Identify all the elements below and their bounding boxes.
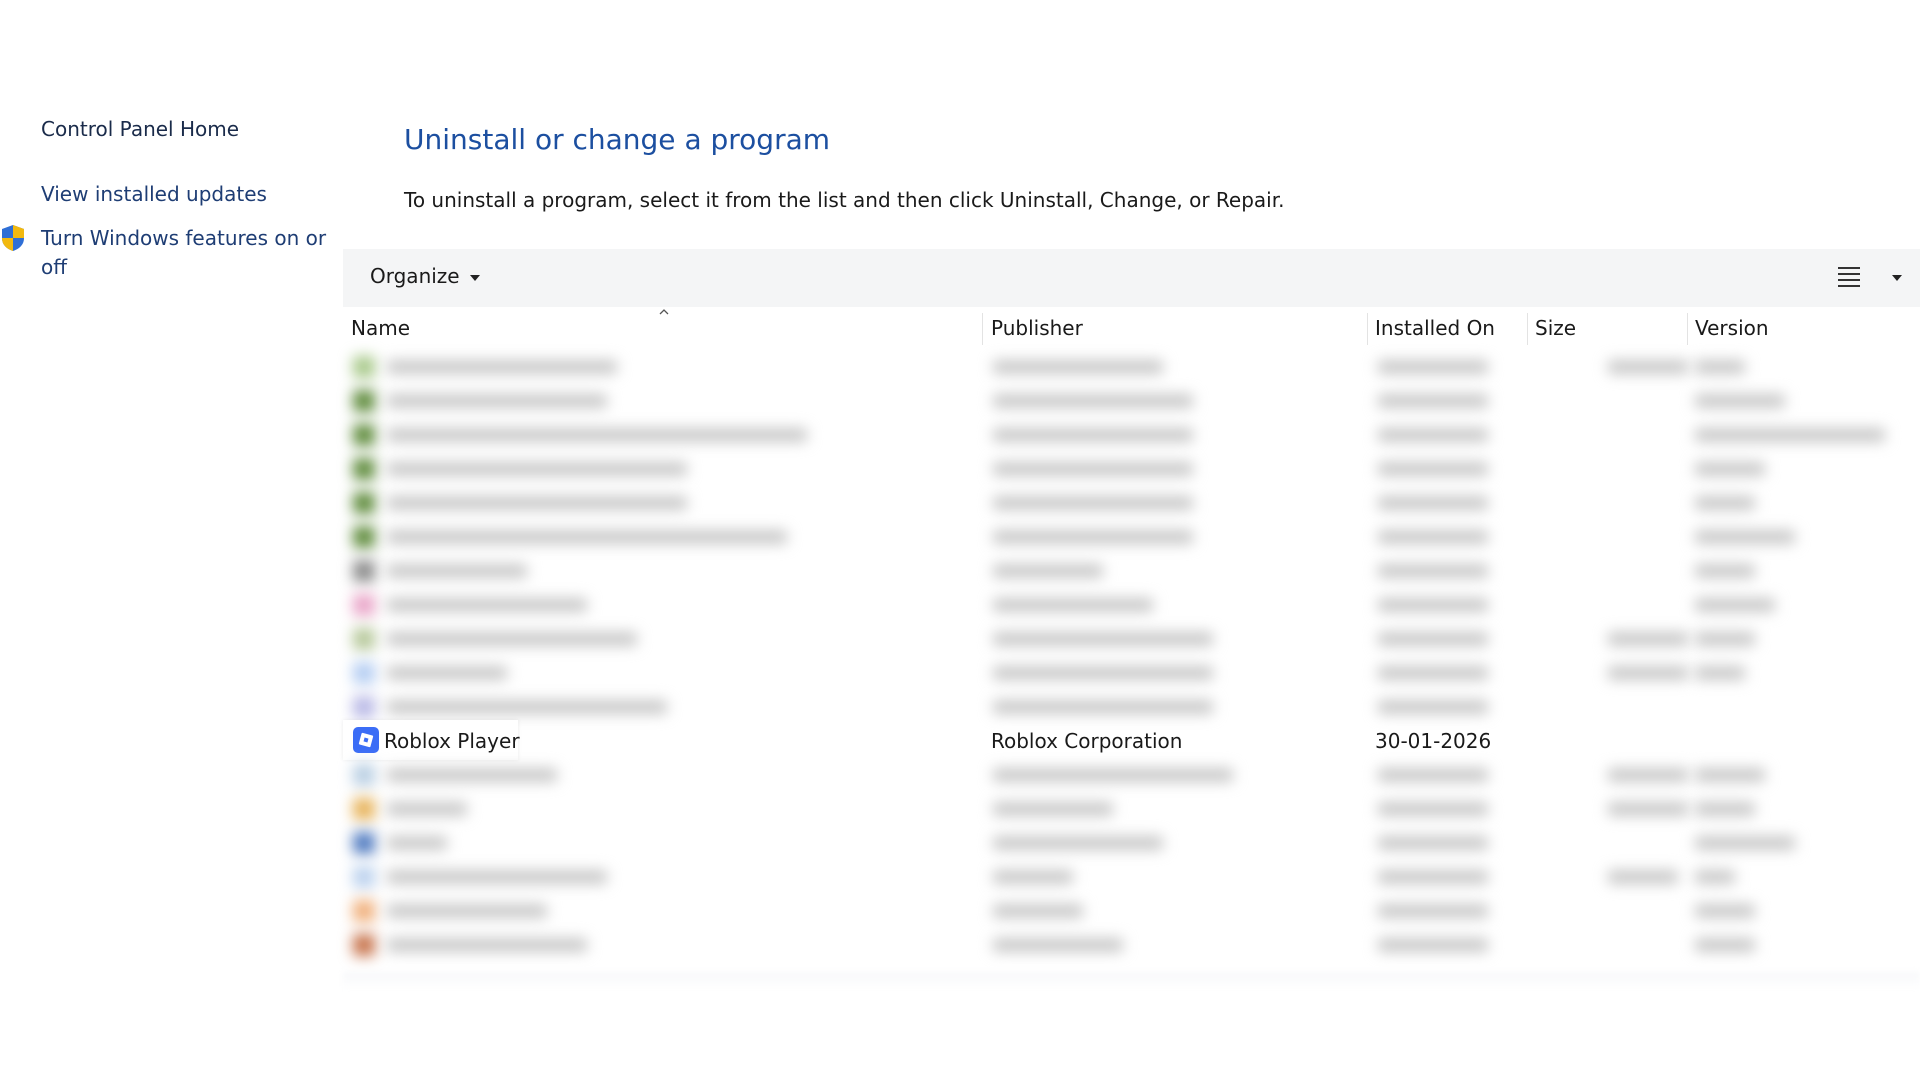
- column-header-row: Name Publisher Installed On Size Version: [343, 309, 1920, 347]
- list-bottom-edge: [343, 972, 1920, 990]
- shield-icon: [2, 225, 24, 251]
- table-row[interactable]: [343, 418, 1920, 452]
- sidebar: Control Panel Home View installed update…: [0, 0, 340, 1080]
- table-row-selected[interactable]: Roblox Player Roblox Corporation 30-01-2…: [343, 720, 1920, 760]
- organize-button[interactable]: Organize: [370, 264, 480, 288]
- table-row[interactable]: [343, 860, 1920, 894]
- column-header-installed-on[interactable]: Installed On: [1375, 309, 1525, 347]
- table-row[interactable]: [343, 656, 1920, 690]
- roblox-icon: [353, 727, 379, 753]
- column-header-name[interactable]: Name: [351, 309, 971, 347]
- table-row[interactable]: [343, 758, 1920, 792]
- table-row[interactable]: [343, 894, 1920, 928]
- column-divider[interactable]: [982, 313, 983, 345]
- table-row[interactable]: [343, 350, 1920, 384]
- list-view-icon[interactable]: [1838, 267, 1860, 287]
- program-installed-on: 30-01-2026: [1375, 729, 1492, 753]
- view-installed-updates-link[interactable]: View installed updates: [41, 180, 267, 209]
- column-divider[interactable]: [1687, 313, 1688, 345]
- toolbar: Organize: [343, 249, 1920, 307]
- table-row[interactable]: [343, 520, 1920, 554]
- column-header-size[interactable]: Size: [1535, 309, 1685, 347]
- table-row[interactable]: [343, 486, 1920, 520]
- view-options-chevron-icon[interactable]: [1892, 275, 1902, 281]
- table-row[interactable]: [343, 384, 1920, 418]
- control-panel-home-link[interactable]: Control Panel Home: [41, 115, 239, 144]
- organize-label: Organize: [370, 264, 460, 288]
- column-header-version[interactable]: Version: [1695, 309, 1895, 347]
- table-row[interactable]: [343, 826, 1920, 860]
- column-divider[interactable]: [1527, 313, 1528, 345]
- table-row[interactable]: [343, 588, 1920, 622]
- table-row[interactable]: [343, 928, 1920, 962]
- table-row[interactable]: [343, 554, 1920, 588]
- program-list[interactable]: Roblox Player Roblox Corporation 30-01-2…: [343, 350, 1920, 990]
- column-divider[interactable]: [1367, 313, 1368, 345]
- turn-windows-features-link[interactable]: Turn Windows features on or off: [41, 224, 331, 282]
- program-publisher: Roblox Corporation: [991, 729, 1183, 753]
- table-row[interactable]: [343, 452, 1920, 486]
- column-header-publisher[interactable]: Publisher: [991, 309, 1361, 347]
- page-title: Uninstall or change a program: [404, 123, 831, 156]
- table-row[interactable]: [343, 690, 1920, 724]
- page-description: To uninstall a program, select it from t…: [404, 188, 1285, 212]
- chevron-down-icon: [469, 274, 480, 281]
- table-row[interactable]: [343, 792, 1920, 826]
- program-name: Roblox Player: [384, 729, 520, 753]
- table-row[interactable]: [343, 622, 1920, 656]
